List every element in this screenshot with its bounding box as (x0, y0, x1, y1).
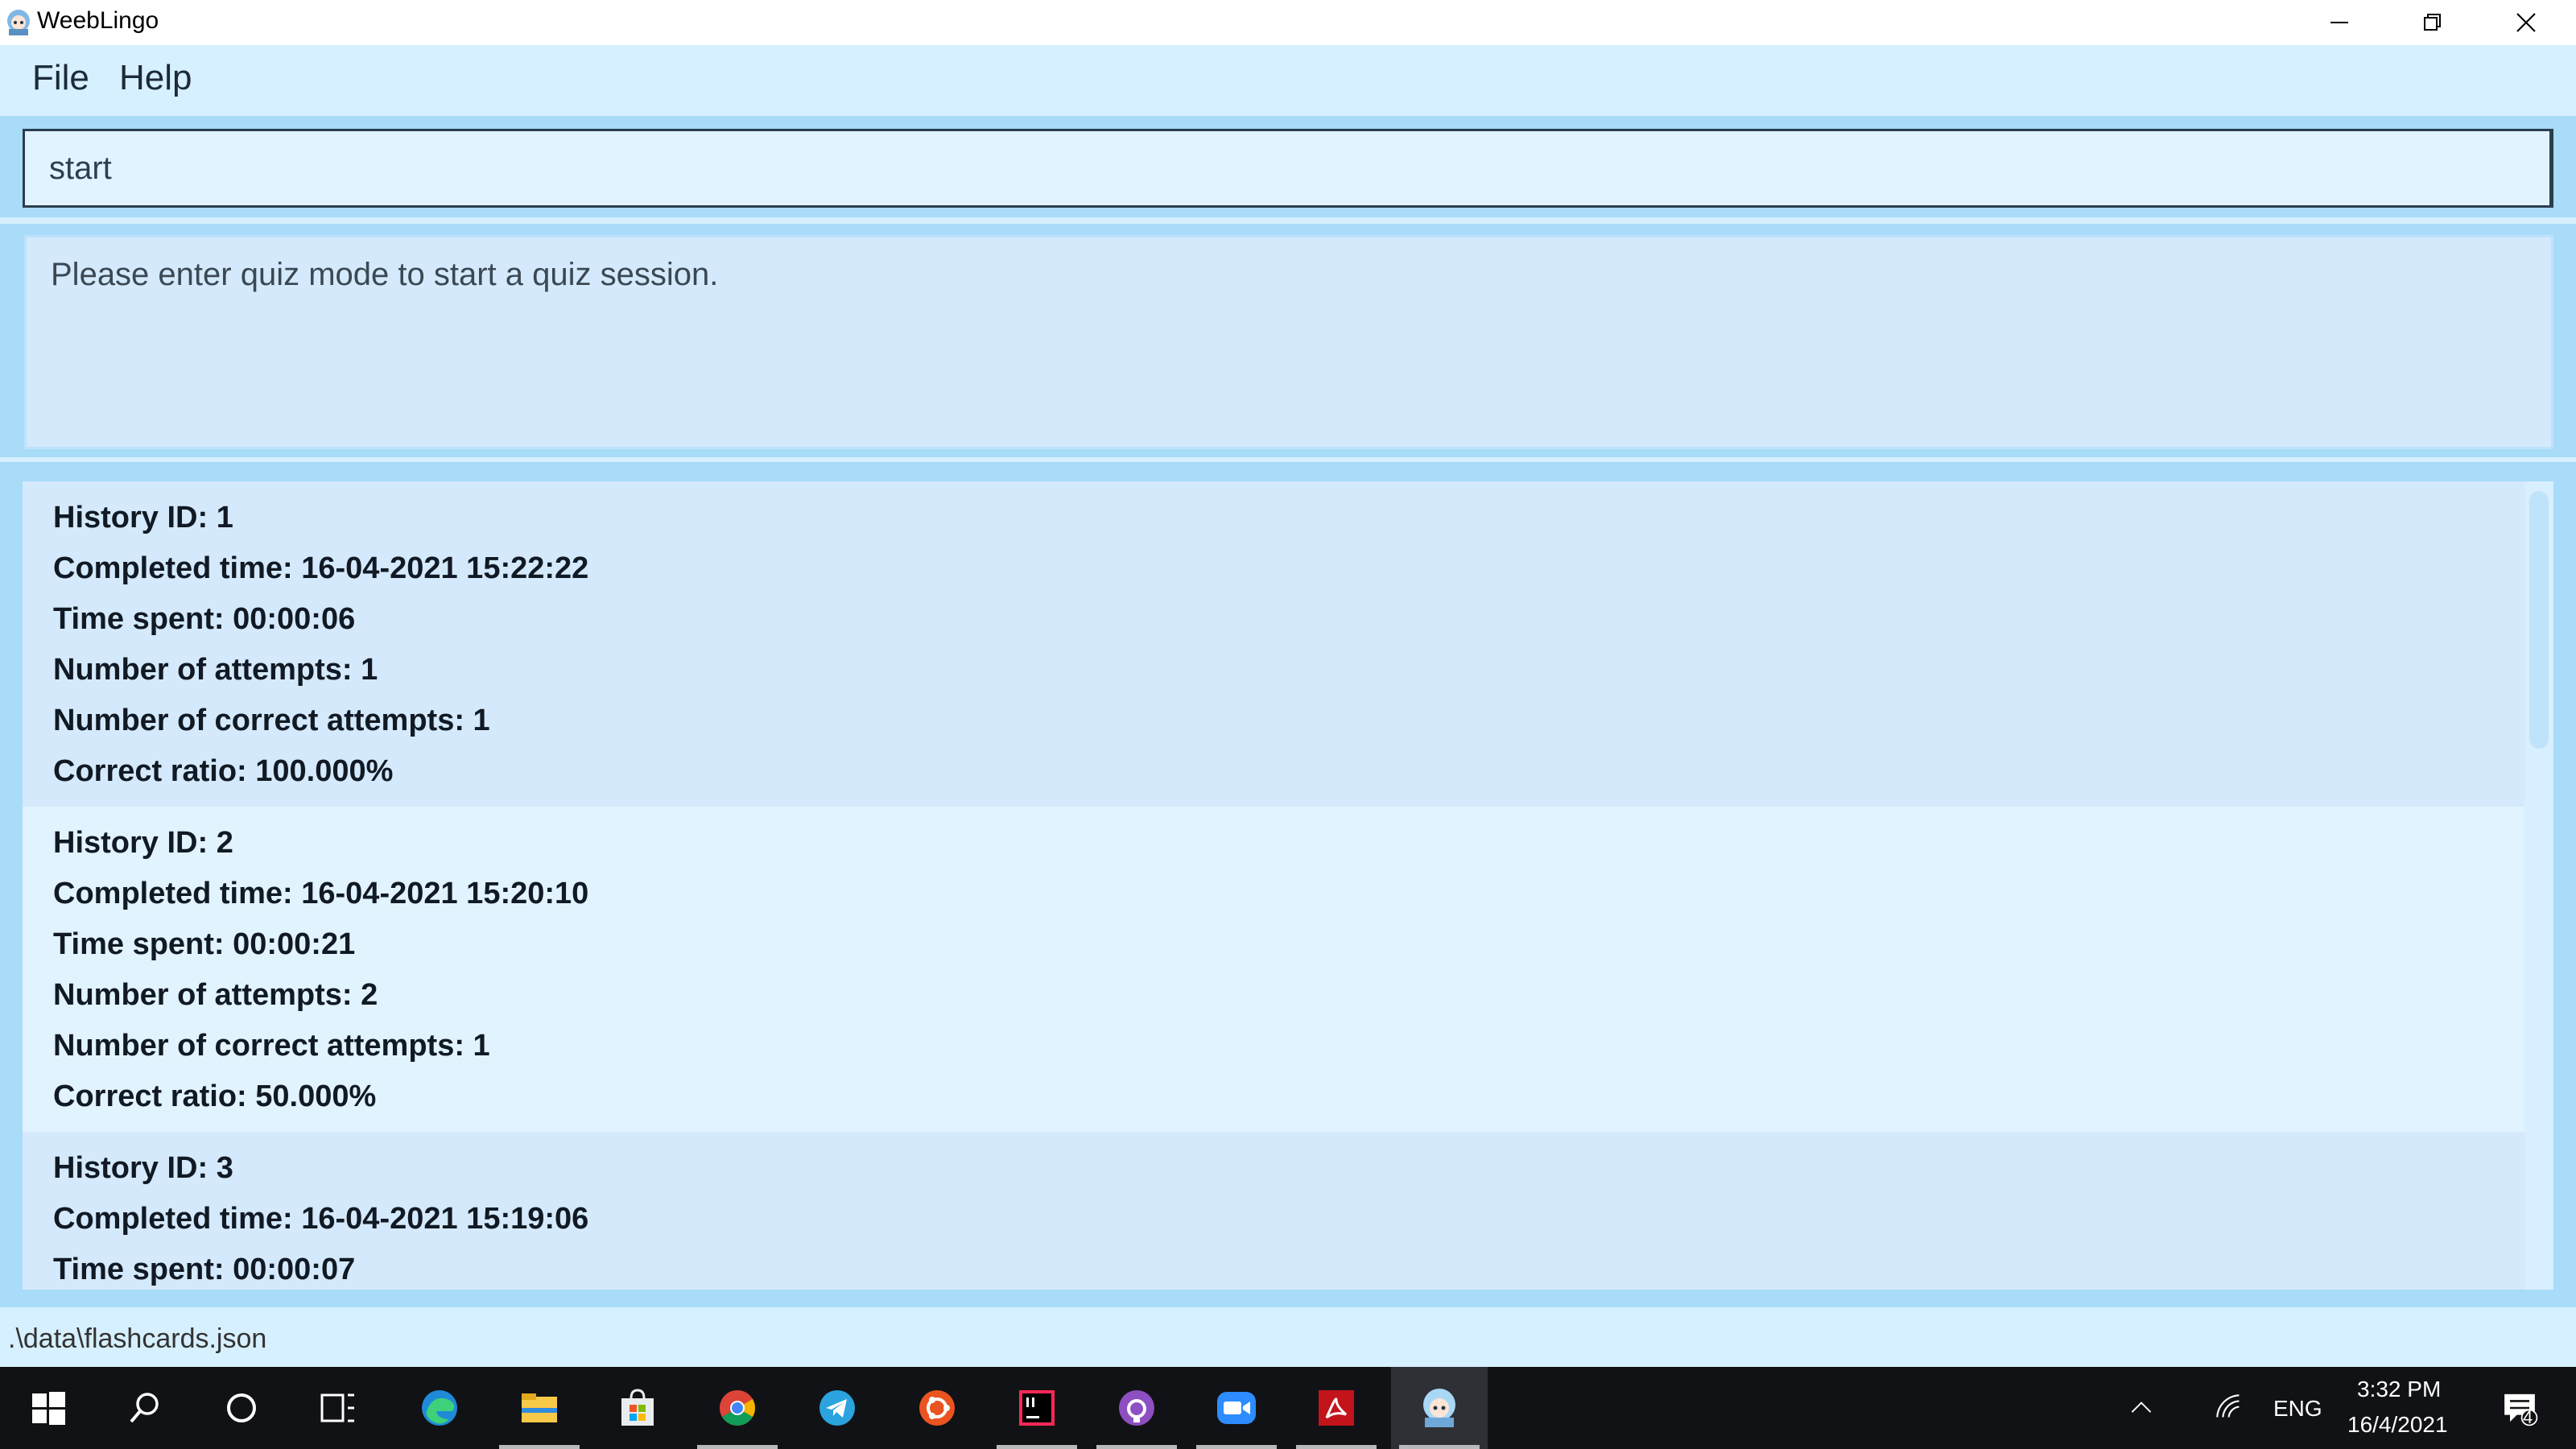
minimize-icon (2330, 22, 2348, 23)
notification-icon (2504, 1393, 2538, 1426)
history-time-spent: Time spent: 00:00:07 (53, 1253, 356, 1286)
github-icon (1119, 1390, 1154, 1426)
history-completed-time: Completed time: 16-04-2021 15:22:22 (53, 551, 589, 585)
weeblingo-taskbar-button[interactable] (1391, 1367, 1488, 1449)
notification-count: 4 (2523, 1407, 2533, 1427)
windows-start-icon (32, 1392, 65, 1425)
taskbar: ENG 3:32 PM 16/4/2021 4 (0, 1367, 2576, 1449)
store-taskbar-button[interactable] (589, 1367, 686, 1449)
history-card[interactable]: History ID: 3 Completed time: 16-04-2021… (23, 1132, 2524, 1290)
command-input[interactable] (23, 129, 2553, 208)
clock-time[interactable]: 3:32 PM (2357, 1377, 2441, 1402)
file-explorer-icon (522, 1393, 557, 1422)
restore-icon (2424, 14, 2441, 31)
intellij-icon (1019, 1390, 1055, 1426)
result-display: Please enter quiz mode to start a quiz s… (24, 235, 2553, 449)
wifi-icon (2216, 1394, 2240, 1418)
running-indicator (499, 1445, 580, 1449)
running-indicator (1296, 1445, 1377, 1449)
history-time-spent: Time spent: 00:00:21 (53, 927, 356, 961)
title-bar: WeebLingo (0, 0, 2576, 45)
edge-taskbar-button[interactable] (391, 1367, 488, 1449)
close-button[interactable] (2479, 0, 2573, 45)
menu-file[interactable]: File (32, 58, 89, 98)
restore-button[interactable] (2386, 0, 2479, 45)
action-center-button[interactable]: 4 (2487, 1367, 2552, 1449)
ubuntu-taskbar-button[interactable] (889, 1367, 985, 1449)
history-correct-ratio: Correct ratio: 50.000% (53, 1080, 377, 1113)
running-indicator (1399, 1445, 1480, 1449)
history-correct-ratio: Correct ratio: 100.000% (53, 754, 394, 788)
menu-help[interactable]: Help (119, 58, 192, 98)
history-attempts: Number of attempts: 2 (53, 978, 378, 1012)
chevron-up-icon (2131, 1402, 2152, 1413)
task-view-button[interactable] (290, 1367, 386, 1449)
history-card[interactable]: History ID: 2 Completed time: 16-04-2021… (23, 807, 2524, 1132)
history-id: History ID: 1 (53, 501, 233, 535)
history-correct-attempts: Number of correct attempts: 1 (53, 704, 490, 737)
search-icon (130, 1393, 159, 1423)
acrobat-icon (1319, 1390, 1354, 1426)
history-id: History ID: 3 (53, 1151, 233, 1185)
file-explorer-taskbar-button[interactable] (491, 1367, 588, 1449)
history-correct-attempts: Number of correct attempts: 1 (53, 1029, 490, 1063)
store-icon (621, 1389, 654, 1426)
chrome-taskbar-button[interactable] (689, 1367, 786, 1449)
data-file-path: .\data\flashcards.json (8, 1323, 267, 1354)
status-bar: .\data\flashcards.json (0, 1307, 2576, 1367)
running-indicator (997, 1445, 1077, 1449)
menu-bar: File Help (0, 45, 2576, 116)
telegram-taskbar-button[interactable] (789, 1367, 886, 1449)
task-view-icon (320, 1393, 354, 1422)
show-hidden-icons-button[interactable] (2117, 1367, 2165, 1449)
windows-start-button[interactable] (0, 1367, 97, 1449)
chrome-icon (720, 1390, 755, 1426)
cortana-button[interactable] (193, 1367, 290, 1449)
history-attempts: Number of attempts: 1 (53, 653, 378, 687)
history-list[interactable]: History ID: 1 Completed time: 16-04-2021… (23, 481, 2524, 1290)
running-indicator (1196, 1445, 1277, 1449)
history-id: History ID: 2 (53, 826, 233, 860)
close-icon (2516, 13, 2536, 32)
history-time-spent: Time spent: 00:00:06 (53, 602, 356, 636)
history-completed-time: Completed time: 16-04-2021 15:20:10 (53, 877, 589, 910)
acrobat-taskbar-button[interactable] (1288, 1367, 1385, 1449)
weeblingo-icon (1423, 1389, 1455, 1427)
ubuntu-icon (919, 1390, 955, 1426)
clock-date[interactable]: 16/4/2021 (2347, 1412, 2448, 1438)
history-completed-time: Completed time: 16-04-2021 15:19:06 (53, 1202, 589, 1236)
telegram-icon (819, 1390, 855, 1426)
edge-icon (422, 1390, 457, 1426)
intellij-taskbar-button[interactable] (989, 1367, 1085, 1449)
window-title: WeebLingo (37, 7, 159, 34)
cortana-icon (227, 1393, 256, 1422)
running-indicator (1096, 1445, 1177, 1449)
zoom-taskbar-button[interactable] (1188, 1367, 1285, 1449)
network-button[interactable] (2206, 1367, 2254, 1449)
history-scrollbar-thumb[interactable] (2529, 491, 2549, 749)
result-message: Please enter quiz mode to start a quiz s… (51, 257, 719, 292)
running-indicator (697, 1445, 778, 1449)
weeblingo-app-icon (7, 10, 30, 35)
minimize-button[interactable] (2293, 0, 2386, 45)
history-card[interactable]: History ID: 1 Completed time: 16-04-2021… (23, 481, 2524, 807)
github-desktop-taskbar-button[interactable] (1088, 1367, 1185, 1449)
search-button[interactable] (97, 1367, 193, 1449)
language-indicator[interactable]: ENG (2273, 1396, 2322, 1422)
zoom-icon (1217, 1392, 1256, 1424)
